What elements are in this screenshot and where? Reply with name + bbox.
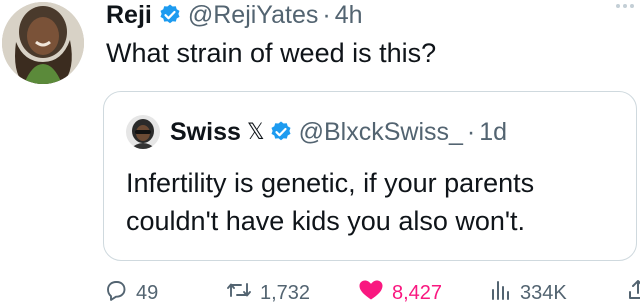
views-icon <box>488 278 512 306</box>
quoted-display-name: Swiss <box>170 117 241 146</box>
separator-dot: · <box>322 0 331 29</box>
share-button[interactable] <box>626 280 640 306</box>
retweet-count: 1,732 <box>260 281 311 304</box>
quoted-text-line: Infertility is genetic, if your parents <box>126 168 535 198</box>
more-icon[interactable] <box>616 4 634 8</box>
like-count: 8,427 <box>392 281 443 304</box>
timestamp[interactable]: 4h <box>335 1 363 30</box>
reply-icon <box>104 278 128 306</box>
verified-badge-icon <box>269 120 293 144</box>
display-name[interactable]: Reji <box>106 1 152 30</box>
verified-badge-icon <box>158 3 182 27</box>
reply-button[interactable]: 49 <box>104 280 158 306</box>
avatar[interactable] <box>2 2 84 84</box>
handle[interactable]: @RejiYates <box>188 1 319 30</box>
tweet-header: Reji @RejiYates · 4h <box>106 0 363 30</box>
tweet-text: What strain of weed is this? <box>106 38 437 68</box>
share-icon <box>626 278 640 306</box>
reply-count: 49 <box>136 281 159 304</box>
views-count: 334K <box>520 281 567 304</box>
quoted-handle: @BlxckSwiss_ <box>298 117 463 146</box>
retweet-icon <box>226 278 252 306</box>
quoted-header: Swiss 𝕏 @BlxckSwiss_ · 1d <box>126 115 508 149</box>
quoted-text: Infertility is genetic, if your parents … <box>126 164 534 240</box>
separator-dot: · <box>466 117 476 146</box>
quoted-tweet[interactable]: Swiss 𝕏 @BlxckSwiss_ · 1d Infertility is… <box>103 91 637 261</box>
quoted-timestamp: 1d <box>479 117 508 146</box>
quoted-avatar <box>126 115 160 149</box>
heart-icon <box>358 278 384 306</box>
quoted-text-line: couldn't have kids you also won't. <box>126 206 526 236</box>
retweet-button[interactable]: 1,732 <box>226 280 310 306</box>
action-bar: 49 1,732 8,427 334K <box>104 280 640 306</box>
tweet[interactable]: Reji @RejiYates · 4h What strain of weed… <box>0 0 640 306</box>
like-button[interactable]: 8,427 <box>358 280 442 306</box>
views-button[interactable]: 334K <box>488 280 567 306</box>
x-logo-icon: 𝕏 <box>246 119 265 144</box>
